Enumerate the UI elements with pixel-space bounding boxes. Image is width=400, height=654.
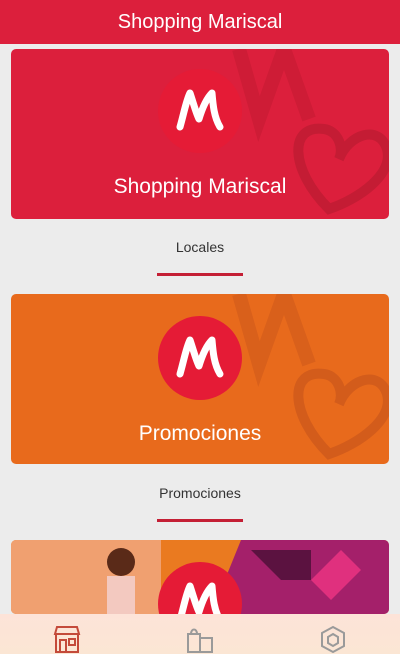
shopping-bags-icon [186, 628, 213, 653]
nav-item-stores[interactable] [45, 614, 89, 654]
mariscal-logo-icon [158, 316, 242, 400]
bottom-nav [0, 614, 400, 654]
mariscal-logo-icon [158, 69, 242, 153]
hexagon-icon [321, 625, 346, 654]
app-header: Shopping Mariscal [0, 0, 400, 44]
card-title-shopping: Shopping Mariscal [113, 175, 287, 198]
section-underline [157, 519, 243, 522]
section-label-promociones: Promociones [159, 485, 241, 501]
section-label-locales: Locales [175, 239, 225, 255]
section-underline [157, 273, 243, 276]
nav-item-more[interactable] [311, 614, 355, 654]
promo-banner-card[interactable] [11, 540, 389, 614]
store-icon [53, 626, 80, 653]
shopping-mariscal-card[interactable]: Shopping Mariscal [11, 49, 389, 219]
card-title-promociones: Promociones [138, 422, 262, 445]
nav-item-shopping[interactable] [178, 614, 222, 654]
promociones-card[interactable]: Promociones [11, 294, 389, 464]
app-title: Shopping Mariscal [117, 10, 283, 33]
